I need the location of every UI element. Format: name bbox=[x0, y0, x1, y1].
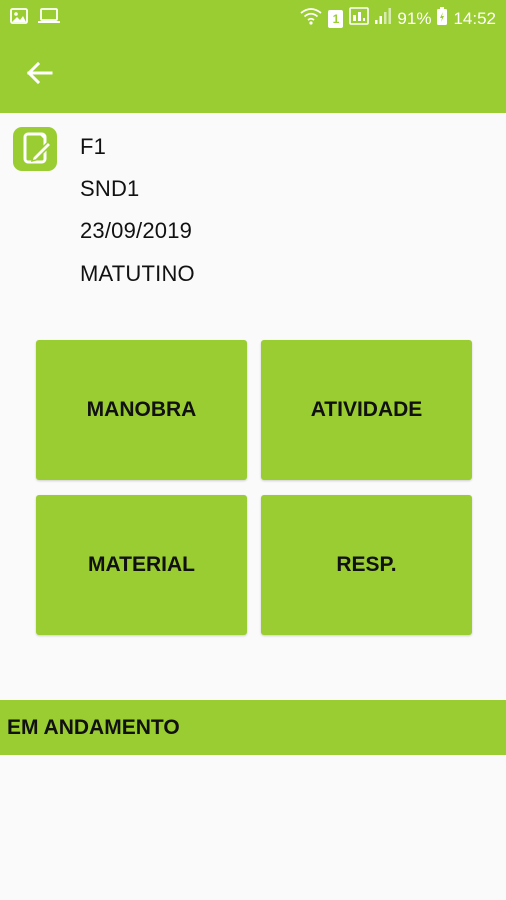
image-icon bbox=[10, 8, 28, 29]
clock: 14:52 bbox=[453, 8, 496, 28]
laptop-icon bbox=[38, 8, 60, 29]
battery-icon bbox=[437, 7, 448, 30]
in-progress-header: EM ANDAMENTO bbox=[0, 700, 506, 755]
manobra-button[interactable]: MANOBRA bbox=[36, 340, 247, 480]
station-label: SND1 bbox=[80, 176, 140, 201]
material-button[interactable]: MATERIAL bbox=[36, 495, 247, 635]
edit-document-icon bbox=[13, 127, 57, 171]
session-info bbox=[0, 113, 506, 303]
sim-label: 1 bbox=[332, 11, 340, 26]
sim-icon: 1 bbox=[328, 9, 344, 28]
shift-label: MATUTINO bbox=[80, 261, 195, 286]
battery-percent: 91% bbox=[397, 8, 432, 28]
atividade-button[interactable]: ATIVIDADE bbox=[261, 340, 472, 480]
resp-button[interactable]: RESP. bbox=[261, 495, 472, 635]
date-label: 23/09/2019 bbox=[80, 218, 193, 243]
arrow-left-icon bbox=[26, 61, 53, 85]
signal-icon bbox=[375, 7, 392, 30]
status-bar: 1 91% 14:52 bbox=[0, 0, 506, 36]
section-title: EM ANDAMENTO bbox=[7, 715, 180, 739]
screen-icon bbox=[349, 7, 370, 30]
in-progress-list bbox=[0, 755, 506, 900]
unit-label: F1 bbox=[80, 134, 107, 159]
back-button[interactable] bbox=[22, 56, 56, 90]
wifi-icon bbox=[300, 7, 322, 30]
